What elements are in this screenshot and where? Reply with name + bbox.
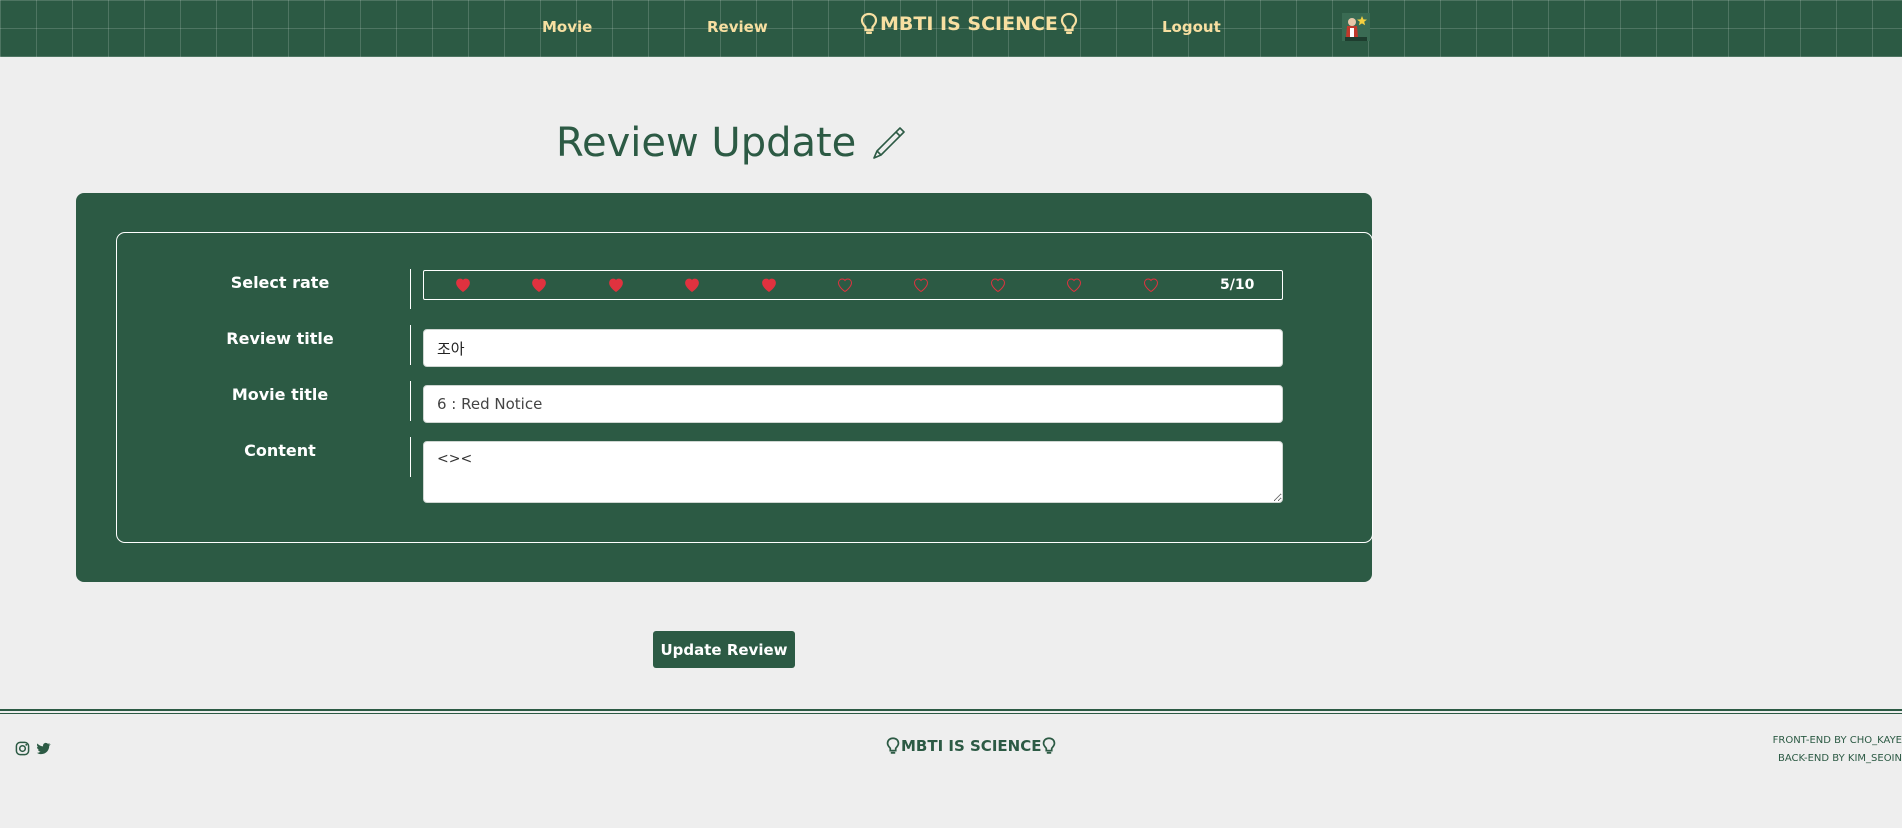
page-title: Review Update	[556, 120, 908, 166]
footer-brand: MBTI IS SCIENCE	[886, 736, 1056, 756]
heart-outline-icon[interactable]	[837, 277, 853, 293]
heart-outline-icon[interactable]	[1143, 277, 1159, 293]
review-title-input[interactable]	[423, 329, 1283, 367]
rating-value: 5/10	[1220, 277, 1255, 293]
heart-filled-icon[interactable]	[684, 277, 700, 293]
heart-filled-icon[interactable]	[761, 277, 777, 293]
heart-filled-icon[interactable]	[455, 277, 471, 293]
brand-text: MBTI IS SCIENCE	[880, 13, 1058, 35]
nav-link-review[interactable]: Review	[707, 18, 768, 36]
lightbulb-icon	[1043, 737, 1056, 754]
movie-title-label: Movie title	[231, 385, 329, 404]
row-divider	[410, 381, 411, 421]
heart-filled-icon[interactable]	[608, 277, 624, 293]
footer-brand-text: MBTI IS SCIENCE	[901, 737, 1042, 755]
heart-outline-icon[interactable]	[1066, 277, 1082, 293]
navbar: Movie Review MBTI IS SCIENCE Logout	[0, 0, 1902, 57]
page-title-text: Review Update	[556, 120, 857, 166]
rating-selector: 5/10	[423, 270, 1283, 300]
nav-link-movie[interactable]: Movie	[542, 18, 592, 36]
credit-back-end: BACK-END BY KIM_SEOIN	[1777, 753, 1902, 764]
footer-divider	[0, 709, 1902, 711]
heart-filled-icon[interactable]	[531, 277, 547, 293]
row-divider	[410, 269, 411, 309]
lightbulb-icon	[886, 737, 900, 754]
credits: FRONT-END BY CHO_KAYE BACK-END BY KIM_SE…	[1773, 732, 1902, 768]
review-form-card: Select rate 5/10 Review title Movie titl…	[76, 193, 1373, 582]
brand-logo[interactable]: MBTI IS SCIENCE	[860, 12, 1078, 36]
twitter-icon[interactable]	[36, 741, 51, 756]
content-label: Content	[244, 441, 316, 460]
update-review-button[interactable]: Update Review	[653, 631, 795, 668]
instagram-icon[interactable]	[15, 741, 30, 756]
lightbulb-icon	[1060, 12, 1078, 34]
heart-outline-icon[interactable]	[913, 277, 929, 293]
pen-icon	[873, 127, 906, 159]
lightbulb-icon	[860, 12, 878, 34]
review-title-label: Review title	[226, 329, 334, 348]
credit-front-end: FRONT-END BY CHO_KAYE	[1772, 735, 1902, 746]
heart-outline-icon[interactable]	[990, 277, 1006, 293]
user-avatar[interactable]	[1342, 13, 1370, 41]
nav-link-logout[interactable]: Logout	[1162, 18, 1221, 36]
footer-divider	[0, 713, 1902, 714]
row-divider	[410, 325, 411, 365]
row-divider	[410, 437, 411, 477]
content-textarea[interactable]	[423, 441, 1283, 503]
movie-title-input[interactable]	[423, 385, 1283, 423]
review-form: Select rate 5/10 Review title Movie titl…	[116, 232, 1373, 543]
rate-label: Select rate	[230, 273, 330, 292]
